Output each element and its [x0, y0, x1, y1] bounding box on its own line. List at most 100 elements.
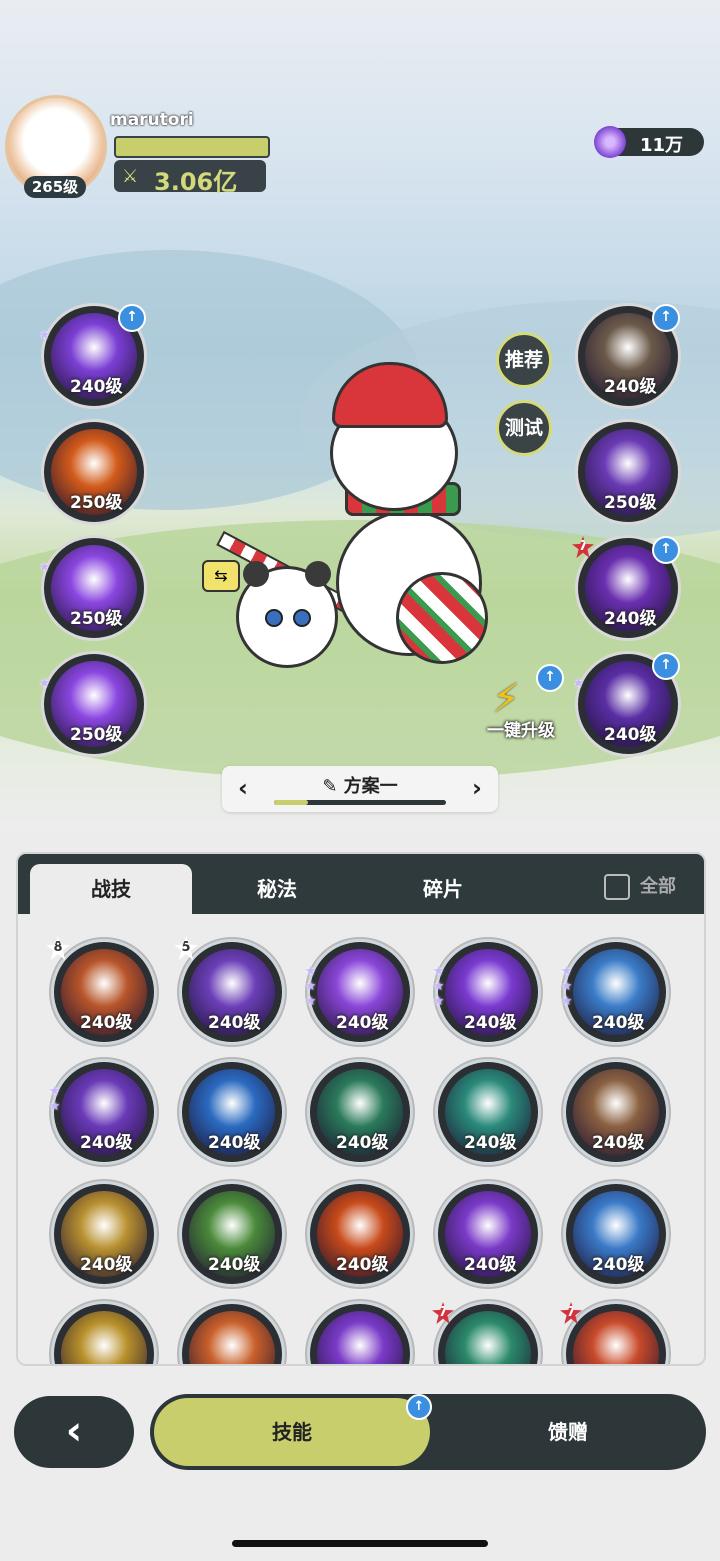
star-rank-icon: ★★★	[431, 964, 446, 1009]
preset-name-label: 方案一	[343, 776, 398, 797]
skill-card[interactable]: 240级	[182, 1062, 282, 1162]
skill-frame	[438, 1304, 538, 1364]
skill-level: 250级	[70, 609, 123, 629]
skill-card[interactable]: 240级 ★★	[47, 1062, 154, 1162]
skill-level: 240级	[336, 1255, 389, 1275]
currency-display[interactable]: 11万	[594, 126, 704, 158]
skill-card[interactable]: 240级	[566, 1062, 666, 1162]
star-rank-icon: ★	[37, 560, 52, 575]
upgrade-arrow-icon: ↑	[406, 1394, 432, 1420]
show-all-checkbox[interactable]	[604, 874, 630, 900]
preset-progress-fill	[274, 800, 309, 805]
skill-level: 240级	[464, 1255, 517, 1275]
preset-next-button[interactable]: ›	[462, 772, 492, 804]
equipped-skill-left[interactable]: 240级 ↑ ★	[37, 304, 146, 406]
preset-name[interactable]: ✎ 方案一	[300, 772, 420, 798]
player-level: 265级	[24, 176, 86, 198]
show-all-label: 全部	[640, 876, 676, 897]
skill-card[interactable]: 7	[432, 1302, 538, 1364]
tab-combat-skills[interactable]: 战技	[30, 864, 192, 914]
skill-card[interactable]: 240级	[182, 1184, 282, 1284]
skill-card[interactable]: 7	[560, 1302, 666, 1364]
skill-level: 240级	[70, 377, 123, 397]
star-rank-icon: ★	[37, 328, 52, 343]
skill-level: 240级	[208, 1133, 261, 1153]
skill-level: 240级	[604, 725, 657, 745]
equipped-skill-right[interactable]: 240级 ↑	[578, 304, 680, 406]
purple-swirl-icon	[317, 1311, 403, 1364]
skill-level: 240级	[592, 1013, 645, 1033]
equipped-skill-left[interactable]: 250级	[44, 422, 144, 522]
gifts-tab[interactable]: 馈赠	[430, 1398, 706, 1466]
currency-amount: 11万	[640, 135, 684, 156]
preset-selector: ‹ ✎ 方案一 ›	[222, 766, 498, 812]
skill-card[interactable]: 240级 ★★★	[431, 942, 538, 1042]
swords-icon: ⚔	[122, 166, 139, 187]
home-indicator	[232, 1540, 488, 1547]
skill-level: 250级	[604, 493, 657, 513]
test-button[interactable]: 测试	[496, 400, 552, 456]
panda-ear	[305, 561, 331, 587]
skill-level: 240级	[604, 377, 657, 397]
skill-level: 250级	[70, 725, 123, 745]
skill-card[interactable]	[182, 1304, 282, 1364]
star-count-badge: 5	[174, 936, 198, 960]
equipped-skill-right[interactable]: 250级	[578, 422, 678, 522]
skill-card[interactable]: 240级	[438, 1062, 538, 1162]
skill-card[interactable]: 240级	[566, 1184, 666, 1284]
skill-card[interactable]: 240级	[54, 1184, 154, 1284]
skill-card[interactable]: 240级	[310, 1062, 410, 1162]
upgrade-arrow-icon: ↑	[652, 536, 680, 564]
skill-card[interactable]: 240级 ★★★	[559, 942, 666, 1042]
snowman-avatar-icon	[30, 118, 82, 170]
upgrade-arrow-icon: ↑	[652, 652, 680, 680]
skill-panel: 战技 秘法 碎片 全部 240级 8 240级 5 240级 ★★★ 240级 ★★★ 240级…	[16, 852, 706, 1366]
purple-orb-icon	[594, 126, 626, 158]
combat-power-value: 3.06亿	[154, 168, 238, 196]
star-rank-icon: ★	[571, 676, 586, 691]
skill-level: 240级	[604, 609, 657, 629]
panda-eye	[265, 609, 283, 627]
xp-bar	[114, 136, 270, 158]
skill-level: 240级	[208, 1255, 261, 1275]
skill-level: 240级	[592, 1255, 645, 1275]
panda-eye	[293, 609, 311, 627]
skill-level: 240级	[464, 1133, 517, 1153]
skill-level: 240级	[208, 1013, 261, 1033]
skill-card[interactable]	[54, 1304, 154, 1364]
skill-card[interactable]: 240级	[438, 1184, 538, 1284]
fire-orb-icon	[573, 1311, 659, 1364]
skills-tab[interactable]: 技能	[154, 1398, 430, 1466]
tab-fragments[interactable]: 碎片	[362, 864, 524, 914]
username: marutori	[110, 110, 194, 130]
upgrade-all-button[interactable]: ⚡ ↑ 一键升级	[476, 664, 566, 748]
upgrade-arrow-icon: ↑	[536, 664, 564, 692]
skill-frame	[182, 1304, 282, 1364]
swap-pet-button[interactable]: ⇆	[202, 560, 240, 592]
upgrade-arrow-icon: ↑	[652, 304, 680, 332]
equipped-skill-left[interactable]: 250级 ★	[37, 538, 144, 638]
panda-ear	[243, 561, 269, 587]
equipped-skill-right[interactable]: 240级 ↑ ★	[571, 652, 680, 754]
skill-level: 240级	[336, 1133, 389, 1153]
skill-card[interactable]: 240级 5	[174, 936, 282, 1042]
skill-level: 250级	[70, 493, 123, 513]
spiky-beast-icon	[189, 1311, 275, 1364]
equipped-skill-right[interactable]: 240级 ↑ 7	[572, 536, 680, 638]
combat-power: ⚔ 3.06亿	[114, 160, 266, 196]
skill-card[interactable]: 240级 8	[46, 936, 154, 1042]
skill-level: 240级	[464, 1013, 517, 1033]
recommend-button[interactable]: 推荐	[496, 332, 552, 388]
skill-card[interactable]: 240级 ★★★	[303, 942, 410, 1042]
edit-icon: ✎	[322, 776, 344, 797]
preset-prev-button[interactable]: ‹	[228, 772, 258, 804]
skill-card[interactable]: 240级	[310, 1184, 410, 1284]
panel-tab-bar: 战技 秘法 碎片 全部	[18, 854, 704, 914]
skill-card[interactable]	[310, 1304, 410, 1364]
candy-shield	[396, 572, 488, 664]
equipped-skill-left[interactable]: 250级 ★	[37, 654, 144, 754]
star-rank-icon: ★★★	[559, 964, 574, 1009]
back-button[interactable]: ‹	[14, 1396, 134, 1468]
tab-secret-arts[interactable]: 秘法	[196, 864, 358, 914]
skill-frame	[54, 1304, 154, 1364]
